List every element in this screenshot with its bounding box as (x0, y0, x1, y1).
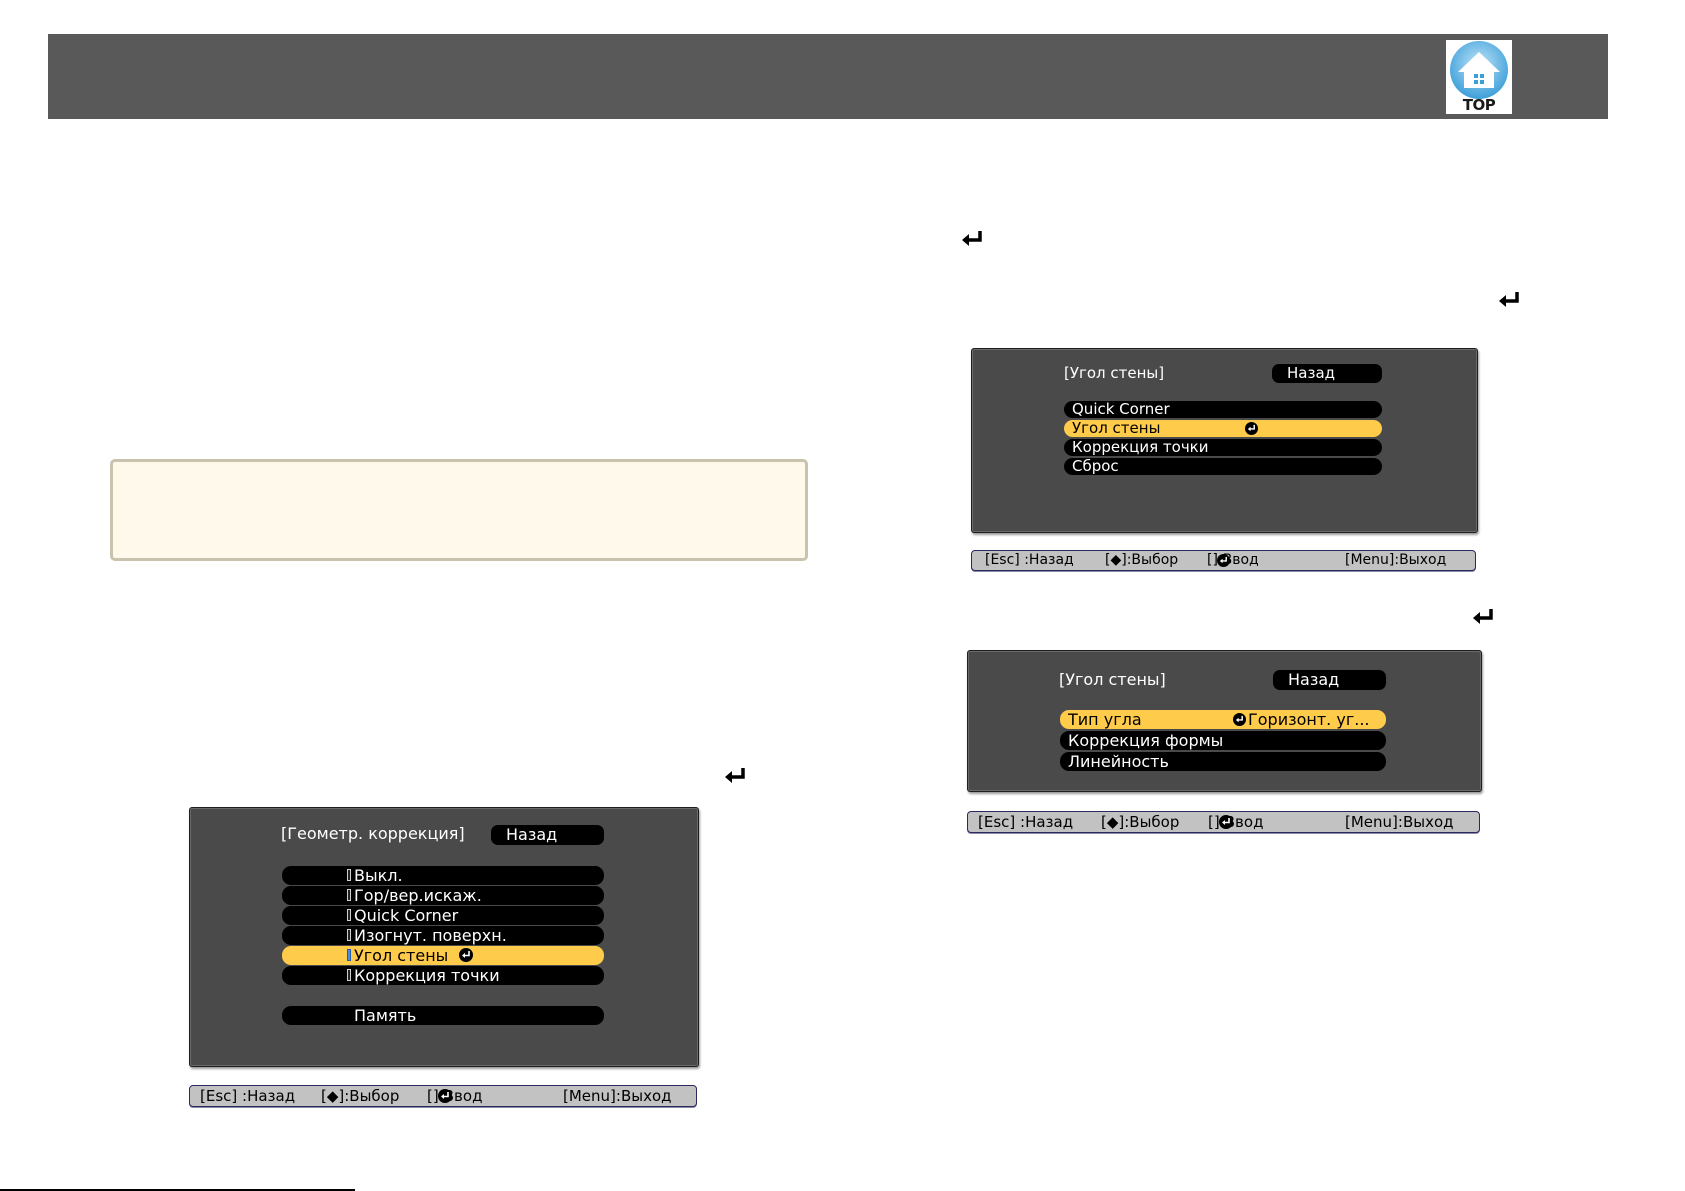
menu-item-memory[interactable]: Память (282, 1006, 604, 1025)
menu-item-label: Угол стены (354, 946, 449, 965)
menu-item-label: Сброс (1072, 458, 1119, 475)
menu-item-quick-corner[interactable]: Quick Corner (282, 906, 604, 925)
menu-item-label: Память (354, 1006, 417, 1025)
help-menu: [Menu]:Выход (1345, 552, 1447, 568)
menu-item-label: Quick Corner (1072, 401, 1170, 418)
osd-title: [Геометр. коррекция] (281, 824, 465, 843)
back-button[interactable]: Назад (1273, 670, 1386, 690)
menu-item-label: Quick Corner (354, 906, 459, 925)
menu-item-label: Коррекция формы (1068, 731, 1224, 750)
radio-icon (347, 889, 351, 901)
header-bar (48, 34, 1608, 119)
menu-item-label: Угол стены (1072, 420, 1161, 437)
radio-icon (347, 949, 351, 961)
enter-icon (459, 948, 473, 962)
menu-item-shape-correction[interactable]: Коррекция формы (1060, 731, 1386, 750)
help-bar: [Esc] :Назад [◆]:Выбор []:Ввод [Menu]:Вы… (189, 1085, 697, 1107)
osd-title: [Угол стены] (1059, 670, 1166, 689)
radio-icon (347, 929, 351, 941)
menu-item-label: Изогнут. поверхн. (354, 926, 507, 945)
help-select: [◆]:Выбор (321, 1087, 400, 1105)
radio-icon (347, 869, 351, 881)
help-bar: [Esc] :Назад [◆]:Выбор []:Ввод [Menu]:Вы… (971, 550, 1476, 571)
help-esc: [Esc] :Назад (978, 813, 1074, 831)
enter-icon (1245, 422, 1258, 435)
menu-item-keystone[interactable]: Гор/вер.искаж. (282, 886, 604, 905)
menu-item-wall-corner[interactable]: Угол стены (1064, 420, 1382, 437)
radio-icon (347, 969, 351, 981)
menu-item-label: Коррекция точки (1072, 439, 1209, 456)
help-enter: []:Ввод (427, 1087, 483, 1105)
help-bar: [Esc] :Назад [◆]:Выбор []:Ввод [Menu]:Вы… (967, 811, 1480, 833)
osd-wall-corner: [Угол стены] Назад Quick Corner Угол сте… (971, 348, 1478, 533)
top-label: TOP (1462, 96, 1496, 114)
help-select: [◆]:Выбор (1101, 813, 1180, 831)
osd-wall-corner-settings: [Угол стены] Назад Тип угла Горизонт. уг… (967, 650, 1482, 792)
enter-icon (1473, 609, 1493, 624)
menu-item-quick-corner[interactable]: Quick Corner (1064, 401, 1382, 418)
enter-icon (962, 231, 982, 246)
help-menu: [Menu]:Выход (563, 1087, 672, 1105)
radio-icon (347, 909, 351, 921)
osd-geometry-correction: [Геометр. коррекция] Назад Выкл. Гор/вер… (189, 807, 699, 1067)
menu-item-curved-surface[interactable]: Изогнут. поверхн. (282, 926, 604, 945)
menu-item-point-correction[interactable]: Коррекция точки (282, 966, 604, 985)
menu-item-label: Линейность (1068, 752, 1169, 771)
menu-item-label: Выкл. (354, 866, 403, 885)
enter-icon (1219, 815, 1233, 829)
help-esc: [Esc] :Назад (200, 1087, 296, 1105)
enter-icon (1233, 713, 1246, 726)
menu-item-label: Коррекция точки (354, 966, 500, 985)
menu-item-label: Тип угла (1068, 710, 1142, 729)
menu-item-reset[interactable]: Сброс (1064, 458, 1382, 475)
help-esc: [Esc] :Назад (985, 552, 1074, 568)
help-enter: []:Ввод (1208, 813, 1264, 831)
menu-item-point-correction[interactable]: Коррекция точки (1064, 439, 1382, 456)
menu-item-corner-type[interactable]: Тип угла Горизонт. уг... (1060, 710, 1386, 729)
enter-icon (1499, 292, 1519, 307)
help-menu: [Menu]:Выход (1345, 813, 1454, 831)
back-button[interactable]: Назад (1272, 364, 1382, 383)
enter-icon (1217, 554, 1230, 567)
back-button[interactable]: Назад (491, 825, 604, 845)
menu-item-off[interactable]: Выкл. (282, 866, 604, 885)
osd-title: [Угол стены] (1064, 364, 1165, 382)
help-select: [◆]:Выбор (1105, 552, 1179, 568)
help-enter: []:Ввод (1207, 552, 1259, 568)
menu-item-linearity[interactable]: Линейность (1060, 752, 1386, 771)
menu-item-wall-corner[interactable]: Угол стены (282, 946, 604, 965)
top-button[interactable]: TOP (1446, 40, 1512, 114)
enter-icon (725, 768, 745, 783)
menu-item-value: Горизонт. уг... (1248, 710, 1370, 729)
menu-item-label: Гор/вер.искаж. (354, 886, 482, 905)
note-box (110, 459, 808, 561)
enter-icon (438, 1089, 452, 1103)
